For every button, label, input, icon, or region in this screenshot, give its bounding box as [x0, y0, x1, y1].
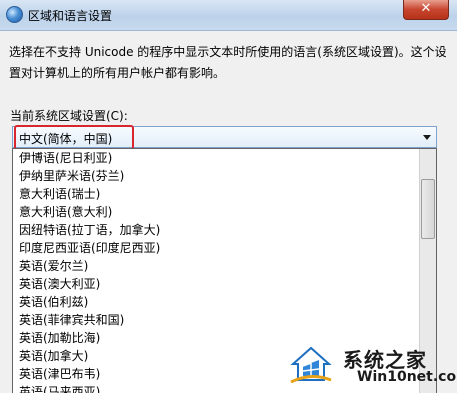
locale-option[interactable]: 伊纳里萨米语(芬兰) [13, 167, 436, 185]
close-button[interactable]: ✕ [403, 0, 449, 20]
scrollbar-thumb[interactable] [421, 179, 435, 239]
highlight-annotation [14, 125, 134, 150]
locale-option[interactable]: 英语(伯利兹) [13, 293, 436, 311]
locale-option[interactable]: 英语(爱尔兰) [13, 257, 436, 275]
locale-option[interactable]: 印度尼西亚语(印度尼西亚) [13, 239, 436, 257]
chevron-down-icon[interactable] [423, 135, 431, 140]
watermark-url: Win10net.com [357, 369, 457, 385]
region-language-dialog: 区域和语言设置 ✕ 选择在不支持 Unicode 的程序中显示文本时所使用的语言… [0, 0, 457, 393]
locale-option[interactable]: 意大利语(意大利) [13, 203, 436, 221]
window-title: 区域和语言设置 [28, 9, 113, 23]
globe-icon [6, 6, 23, 23]
house-logo-icon [290, 346, 332, 384]
description-text: 选择在不支持 Unicode 的程序中显示文本时所使用的语言(系统区域设置)。这… [9, 45, 447, 80]
locale-option[interactable]: 意大利语(瑞士) [13, 185, 436, 203]
locale-option[interactable]: 英语(菲律宾共和国) [13, 311, 436, 329]
locale-option[interactable]: 英语(澳大利亚) [13, 275, 436, 293]
watermark: 系统之家 Win10net.com [285, 338, 457, 393]
locale-option[interactable]: 伊博语(尼日利亚) [13, 149, 436, 167]
title-bar[interactable]: 区域和语言设置 ✕ [0, 0, 457, 31]
locale-option[interactable]: 因纽特语(拉丁语，加拿大) [13, 221, 436, 239]
system-locale-label: 当前系统区域设置(C): [10, 109, 128, 123]
